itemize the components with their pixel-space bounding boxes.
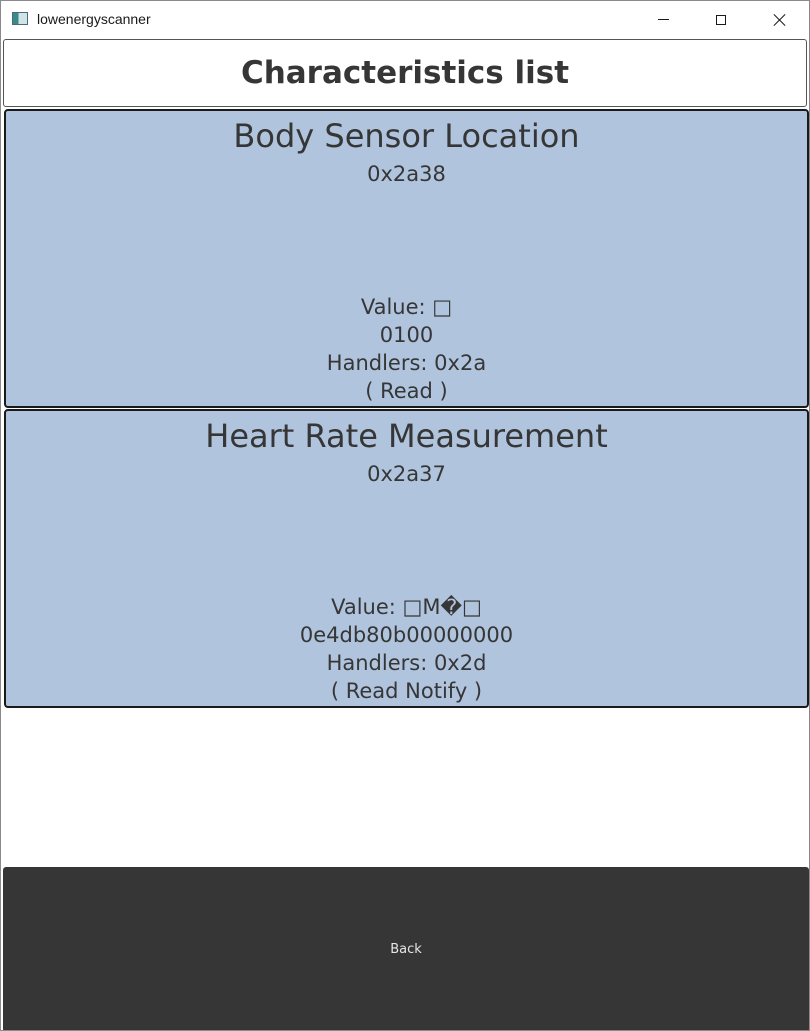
- page-title: Characteristics list: [240, 55, 570, 91]
- characteristic-value: Value: □: [360, 295, 453, 319]
- minimize-button[interactable]: [634, 1, 692, 38]
- title-bar[interactable]: lowenergyscanner: [1, 1, 809, 38]
- characteristic-card[interactable]: Heart Rate Measurement 0x2a37 Value: □M�…: [4, 409, 809, 708]
- back-button[interactable]: Back: [3, 867, 809, 1030]
- characteristic-uuid: 0x2a37: [367, 462, 446, 486]
- characteristic-name: Body Sensor Location: [233, 117, 580, 155]
- back-button-label: Back: [390, 942, 422, 957]
- characteristic-permissions: ( Read Notify ): [330, 679, 483, 703]
- characteristic-name: Heart Rate Measurement: [205, 417, 608, 455]
- characteristic-uuid: 0x2a38: [367, 162, 446, 186]
- characteristic-permissions: ( Read ): [365, 379, 448, 403]
- close-button[interactable]: [751, 1, 809, 38]
- characteristic-value: Value: □M�□: [331, 595, 482, 619]
- characteristic-card[interactable]: Body Sensor Location 0x2a38 Value: □ 010…: [4, 109, 809, 408]
- characteristic-handlers: Handlers: 0x2d: [326, 651, 487, 675]
- characteristic-hex-value: 0e4db80b00000000: [299, 623, 514, 647]
- maximize-button[interactable]: [692, 1, 750, 38]
- close-icon: [773, 13, 787, 27]
- maximize-icon: [716, 14, 726, 25]
- page-header: Characteristics list: [3, 39, 807, 107]
- characteristic-handlers: Handlers: 0x2a: [326, 351, 487, 375]
- app-window: lowenergyscanner Characteristics list Bo…: [0, 0, 810, 1031]
- characteristic-hex-value: 0100: [379, 323, 434, 347]
- window-title: lowenergyscanner: [37, 11, 151, 27]
- minimize-icon: [657, 19, 669, 20]
- app-window-icon: [12, 12, 28, 25]
